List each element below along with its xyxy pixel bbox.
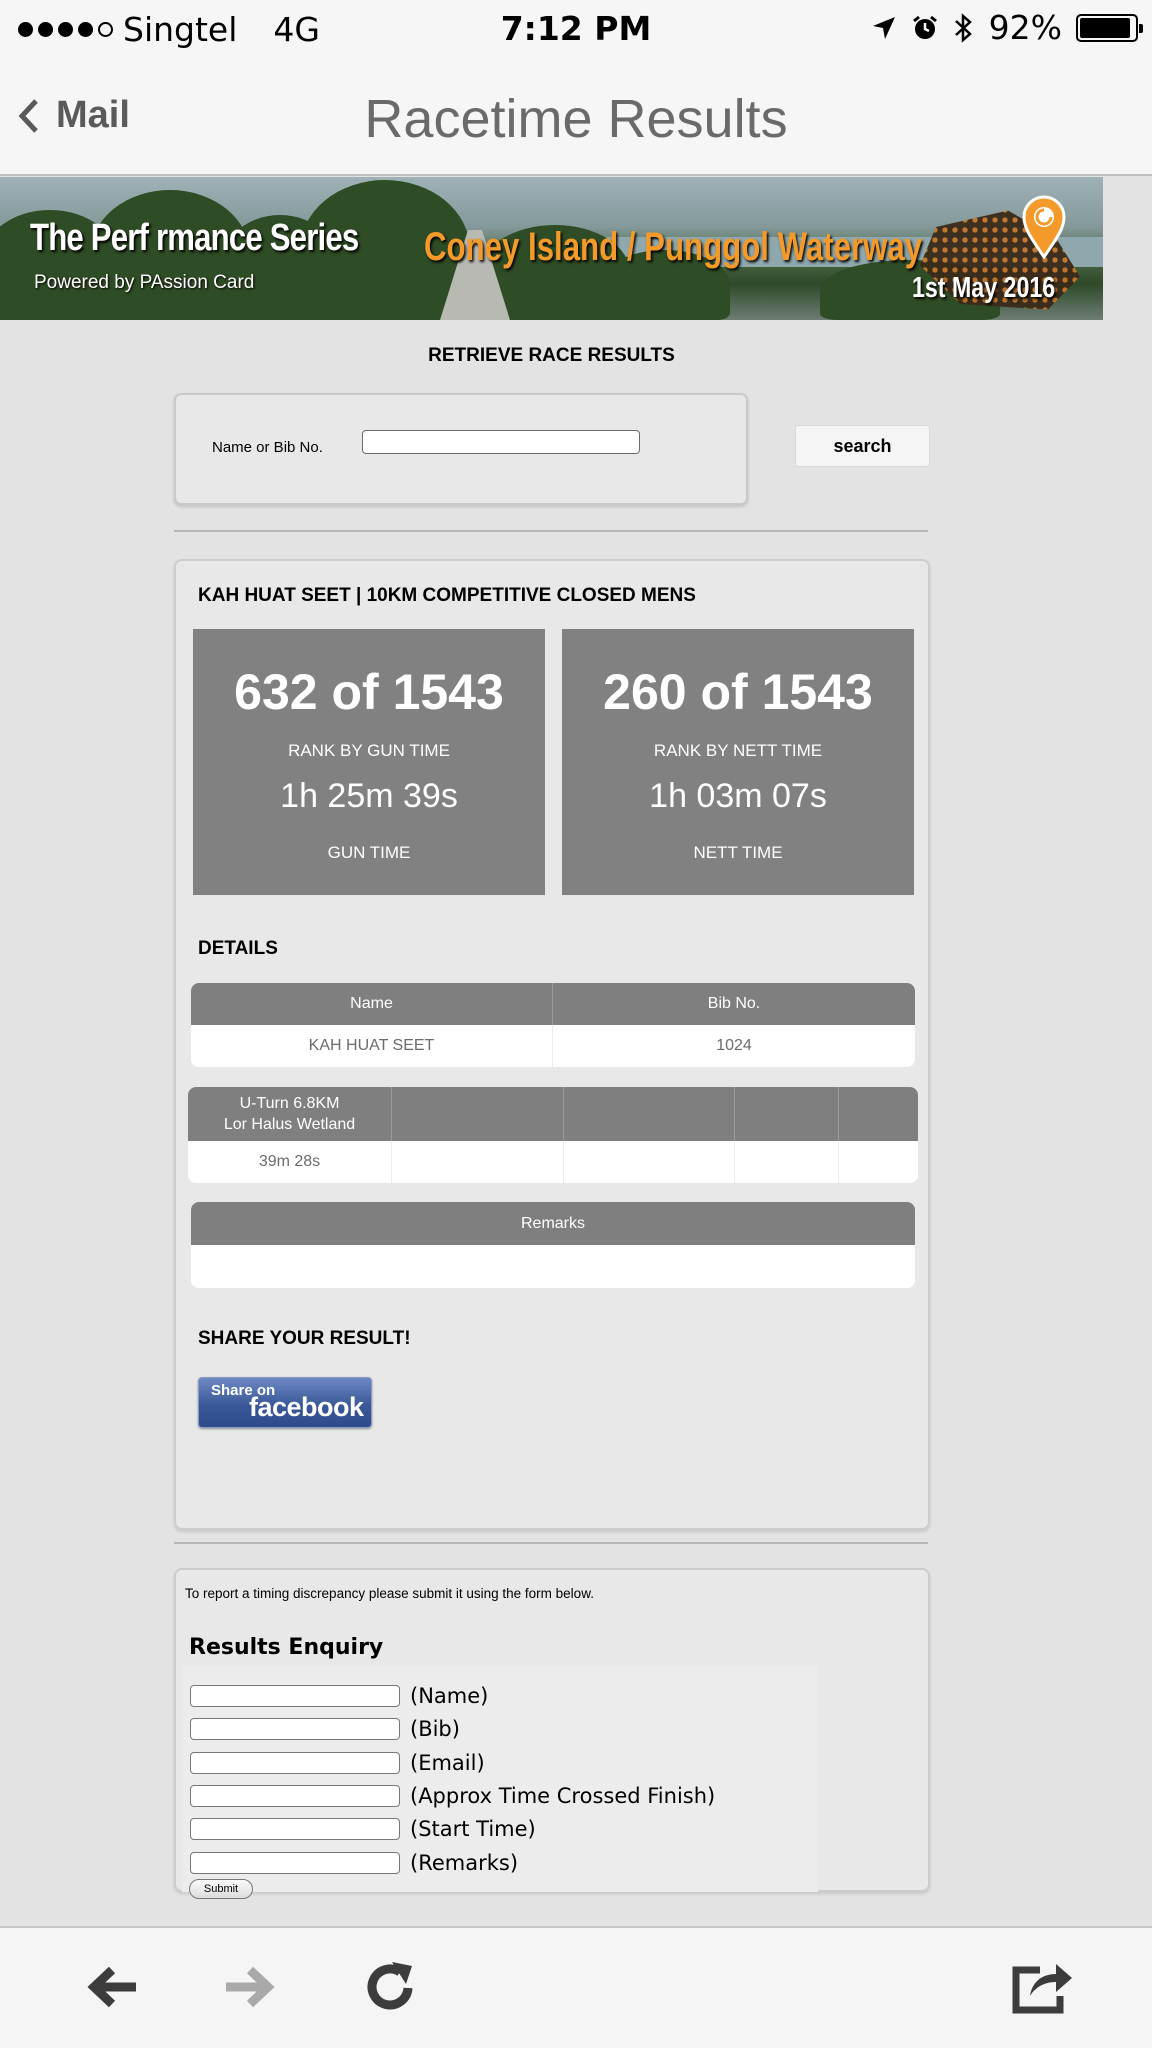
- powered-by-text: Powered by PAssion Card: [34, 272, 255, 293]
- enquiry-row-start-time: (Start Time): [190, 1817, 536, 1841]
- series-logo: The Perf rmance Series: [30, 217, 359, 259]
- enquiry-row-email: (Email): [190, 1751, 485, 1775]
- column-header-bib: Bib No.: [707, 995, 761, 1012]
- event-name: Coney Island / Punggol Waterway: [424, 225, 923, 269]
- location-arrow-icon: [872, 16, 895, 39]
- nett-time-label: NETT TIME: [693, 843, 783, 862]
- nett-time-panel: 260 of 1543 RANK BY NETT TIME 1h 03m 07s…: [562, 629, 914, 895]
- retrieve-results-heading: RETRIEVE RACE RESULTS: [428, 345, 675, 366]
- map-pin-icon: [1022, 195, 1066, 259]
- enquiry-row-remarks: (Remarks): [190, 1851, 518, 1875]
- gun-time-panel: 632 of 1543 RANK BY GUN TIME 1h 25m 39s …: [193, 629, 545, 895]
- name-field[interactable]: [190, 1685, 400, 1707]
- event-date: 1st May 2016: [912, 272, 1056, 304]
- battery-icon: [1076, 13, 1143, 42]
- details-heading: DETAILS: [198, 938, 278, 959]
- share-heading: SHARE YOUR RESULT!: [198, 1328, 411, 1349]
- enquiry-row-bib: (Bib): [190, 1717, 460, 1741]
- search-input[interactable]: [362, 430, 640, 454]
- share-on-facebook-button[interactable]: Share on facebook: [198, 1377, 372, 1428]
- details-table: Name Bib No. KAH HUAT SEET 1024: [191, 983, 915, 1067]
- split-time-cell: 39m 28s: [188, 1141, 392, 1183]
- bib-cell: 1024: [716, 1037, 752, 1054]
- navigation-bar: Mail Racetime Results: [0, 58, 1152, 176]
- alarm-clock-icon: [912, 15, 937, 39]
- submit-button[interactable]: Submit: [189, 1879, 253, 1899]
- runner-heading: KAH HUAT SEET | 10KM COMPETITIVE CLOSED …: [198, 585, 696, 606]
- gun-rank-label: RANK BY GUN TIME: [288, 741, 450, 760]
- remarks-field[interactable]: [190, 1852, 400, 1874]
- remarks-table: Remarks: [191, 1202, 915, 1288]
- gun-time: 1h 25m 39s: [280, 777, 458, 815]
- nett-rank: 260 of 1543: [603, 664, 873, 720]
- facebook-logo: facebook: [249, 1392, 364, 1422]
- enquiry-title: Results Enquiry: [189, 1635, 384, 1660]
- enquiry-row-finish-time: (Approx Time Crossed Finish): [190, 1784, 715, 1808]
- search-label: Name or Bib No.: [212, 439, 323, 456]
- finish-time-field-label: (Approx Time Crossed Finish): [410, 1784, 716, 1808]
- remarks-field-label: (Remarks): [410, 1851, 519, 1875]
- split-header-line1: U-Turn 6.8KM: [239, 1095, 340, 1112]
- start-time-field-label: (Start Time): [410, 1817, 536, 1841]
- finish-time-field[interactable]: [190, 1785, 400, 1807]
- browser-toolbar: [0, 1926, 1152, 2048]
- remarks-header: Remarks: [520, 1214, 585, 1232]
- splits-table: U-Turn 6.8KM Lor Halus Wetland 39m 28s: [188, 1087, 918, 1183]
- search-panel: Name or Bib No.: [174, 393, 748, 505]
- reload-icon[interactable]: [362, 1958, 418, 2014]
- enquiry-instructions: To report a timing discrepancy please su…: [185, 1586, 594, 1601]
- battery-percentage: 92%: [988, 8, 1062, 47]
- split-header-uturn: U-Turn 6.8KM Lor Halus Wetland: [188, 1087, 392, 1141]
- gun-time-label: GUN TIME: [327, 843, 411, 862]
- forward-arrow-icon[interactable]: [222, 1962, 278, 2012]
- event-banner: The Perf rmance Series Powered by PAssio…: [0, 177, 1103, 320]
- remarks-cell: [191, 1245, 915, 1288]
- results-enquiry-form: To report a timing discrepancy please su…: [174, 1568, 930, 1892]
- page-title: Racetime Results: [364, 89, 788, 149]
- name-cell: KAH HUAT SEET: [191, 1025, 553, 1067]
- split-header-line2: Lor Halus Wetland: [223, 1116, 356, 1133]
- gun-rank: 632 of 1543: [234, 664, 504, 720]
- share-icon[interactable]: [1010, 1956, 1074, 2016]
- enquiry-row-name: (Name): [190, 1684, 488, 1708]
- column-header-name: Name: [191, 983, 553, 1025]
- start-time-field[interactable]: [190, 1818, 400, 1840]
- back-arrow-icon[interactable]: [84, 1962, 140, 2012]
- name-field-label: (Name): [410, 1684, 489, 1708]
- nett-rank-label: RANK BY NETT TIME: [653, 741, 823, 760]
- bluetooth-icon: [954, 12, 972, 43]
- email-field[interactable]: [190, 1752, 400, 1774]
- status-bar: Singtel 4G 7:12 PM 92%: [0, 0, 1152, 58]
- result-card: KAH HUAT SEET | 10KM COMPETITIVE CLOSED …: [174, 559, 930, 1530]
- search-button[interactable]: search: [795, 425, 930, 467]
- nett-time: 1h 03m 07s: [649, 777, 827, 815]
- bib-field[interactable]: [190, 1718, 400, 1740]
- divider: [174, 530, 928, 532]
- bib-field-label: (Bib): [410, 1717, 460, 1741]
- divider: [174, 1542, 928, 1544]
- email-field-label: (Email): [410, 1751, 485, 1775]
